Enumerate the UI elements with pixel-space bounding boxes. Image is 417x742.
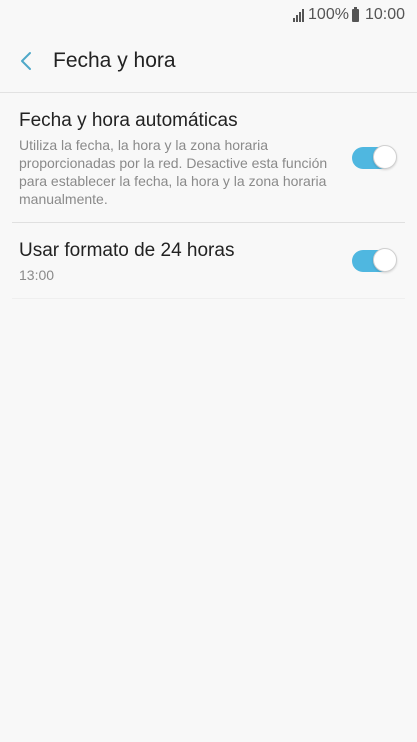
auto-date-time-toggle[interactable] (352, 144, 397, 169)
signal-icon (292, 8, 305, 22)
setting-value: 13:00 (19, 267, 55, 283)
status-bar: 100% 10:00 (0, 0, 417, 30)
battery-icon (351, 6, 359, 22)
toggle-knob (373, 247, 397, 272)
chevron-left-icon (21, 52, 31, 70)
toggle-knob (373, 144, 397, 169)
status-time: 10:00 (364, 6, 405, 23)
battery-percent: 100% (308, 6, 349, 23)
24-hour-format-toggle[interactable] (352, 247, 397, 272)
settings-list: Fecha y hora automáticas Utiliza la fech… (12, 93, 405, 299)
setting-24-hour-format[interactable]: Usar formato de 24 horas 13:00 (12, 223, 405, 299)
app-header: Fecha y hora (0, 30, 417, 93)
page-title: Fecha y hora (53, 49, 176, 72)
setting-description: Utiliza la fecha, la hora y la zona hora… (19, 137, 328, 207)
setting-title: Usar formato de 24 horas (19, 240, 235, 261)
setting-auto-date-time[interactable]: Fecha y hora automáticas Utiliza la fech… (12, 93, 405, 223)
back-button[interactable] (0, 35, 52, 87)
setting-title: Fecha y hora automáticas (19, 110, 238, 131)
